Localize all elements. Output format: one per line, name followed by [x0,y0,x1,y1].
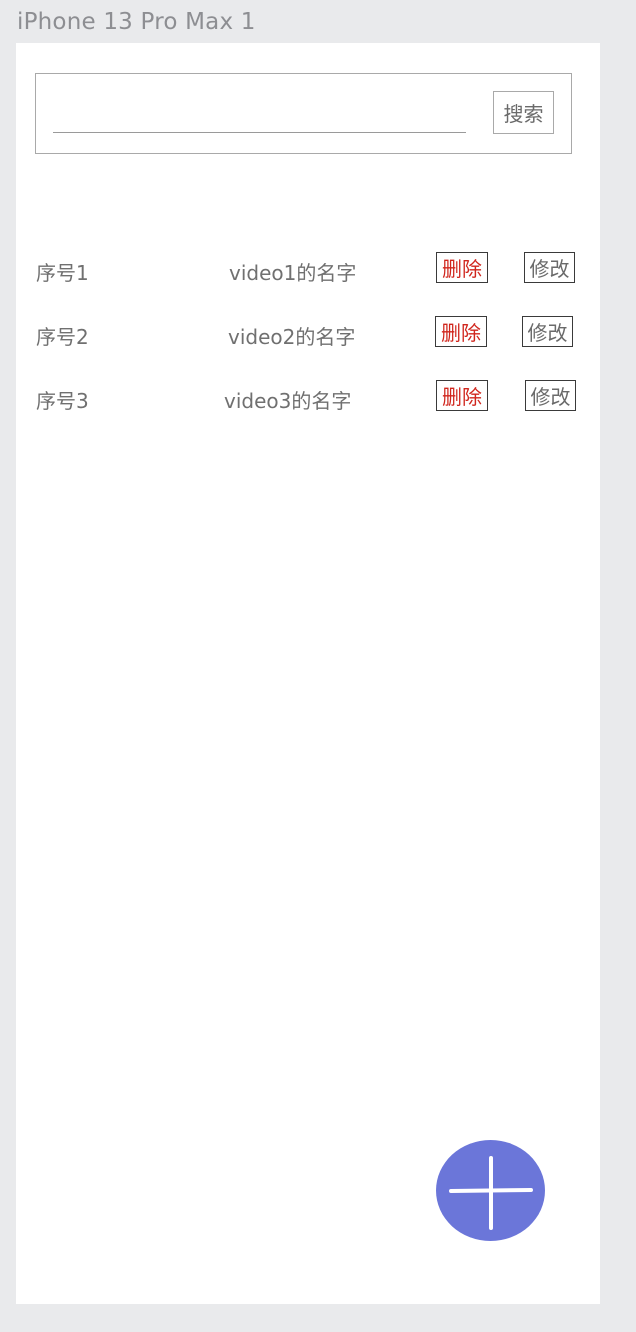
list-item: 序号2 video2的名字 删除 修改 [16,313,600,353]
edit-button[interactable]: 修改 [522,316,573,347]
edit-button[interactable]: 修改 [525,380,576,411]
plus-icon [449,1156,533,1230]
list-item: 序号3 video3的名字 删除 修改 [16,377,600,417]
list-item: 序号1 video1的名字 删除 修改 [16,249,600,289]
item-name: video1的名字 [229,261,357,285]
delete-button[interactable]: 删除 [435,316,487,347]
search-button[interactable]: 搜索 [493,91,554,134]
item-name: video3的名字 [224,389,352,413]
item-index: 序号1 [36,261,89,285]
frame-title: iPhone 13 Pro Max 1 [17,9,256,35]
delete-button[interactable]: 删除 [436,252,488,283]
edit-button[interactable]: 修改 [524,252,575,283]
add-button[interactable] [436,1140,545,1241]
search-input[interactable] [53,104,466,133]
search-bar: 搜索 [35,73,572,154]
phone-screen: 搜索 序号1 video1的名字 删除 修改 序号2 video2的名字 删除 … [16,43,600,1304]
delete-button[interactable]: 删除 [436,380,488,411]
item-name: video2的名字 [228,325,356,349]
item-index: 序号2 [36,325,89,349]
item-index: 序号3 [36,389,89,413]
